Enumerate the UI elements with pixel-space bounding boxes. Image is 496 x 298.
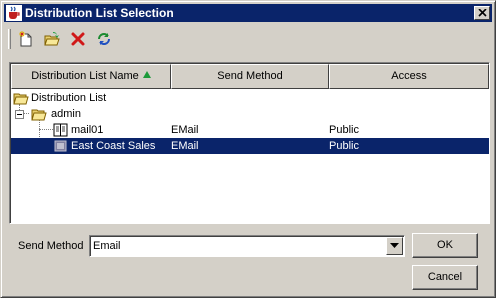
java-cup-icon (6, 5, 22, 21)
sort-ascending-icon (142, 71, 151, 78)
folder-open-icon (31, 106, 47, 122)
minus-icon (17, 114, 22, 115)
delete-list-button[interactable] (67, 29, 89, 49)
tree-item-label: Distribution List (31, 92, 107, 104)
tree-item-label: mail01 (71, 124, 104, 136)
column-header-send-method[interactable]: Send Method (171, 64, 329, 89)
tree-item-label: East Coast Sales (71, 140, 156, 152)
column-header-label: Access (391, 70, 427, 82)
new-icon (19, 31, 32, 47)
toolbar-grip[interactable] (8, 29, 11, 49)
send-method-dropdown[interactable]: Email (89, 235, 405, 257)
address-book-icon (53, 122, 69, 138)
chevron-down-icon (390, 243, 399, 248)
toolbar (5, 27, 125, 51)
tree-row-admin[interactable]: admin (11, 106, 489, 122)
title-bar[interactable]: Distribution List Selection (4, 4, 492, 22)
folder-open-icon (13, 90, 29, 106)
close-button[interactable] (474, 6, 490, 20)
close-icon (478, 9, 487, 17)
column-header-access[interactable]: Access (329, 64, 489, 89)
open-folder-icon (44, 32, 60, 46)
tree-item-label: admin (51, 108, 81, 120)
access-cell: Public (329, 140, 359, 152)
open-list-button[interactable] (41, 29, 63, 49)
send-method-cell: EMail (171, 124, 199, 136)
dialog-window: Distribution List Selection Distribution… (0, 0, 496, 298)
tree-body: Distribution List admin mail01 EMail Pub… (11, 90, 489, 223)
send-method-label: Send Method (18, 240, 84, 252)
tree-row-root[interactable]: Distribution List (11, 90, 489, 106)
ok-button[interactable]: OK (412, 233, 478, 258)
send-method-cell: EMail (171, 140, 199, 152)
dropdown-button[interactable] (386, 237, 403, 255)
column-header-label: Distribution List Name (31, 70, 139, 82)
collapse-toggle[interactable] (15, 110, 24, 119)
table-header: Distribution List Name Send Method Acces… (11, 64, 489, 89)
column-header-label: Send Method (217, 70, 283, 82)
window-title: Distribution List Selection (25, 6, 174, 20)
delete-icon (71, 32, 85, 46)
tree-row-mail01[interactable]: mail01 EMail Public (11, 122, 489, 138)
tree-row-east-coast-sales[interactable]: East Coast Sales EMail Public (11, 138, 489, 154)
access-cell: Public (329, 124, 359, 136)
refresh-button[interactable] (93, 29, 115, 49)
distribution-list-table: Distribution List Name Send Method Acces… (9, 62, 490, 224)
cancel-button[interactable]: Cancel (412, 265, 478, 290)
send-method-value: Email (93, 240, 121, 252)
refresh-icon (98, 33, 110, 45)
new-list-button[interactable] (15, 29, 37, 49)
group-list-icon (53, 138, 69, 154)
column-header-name[interactable]: Distribution List Name (11, 64, 171, 89)
